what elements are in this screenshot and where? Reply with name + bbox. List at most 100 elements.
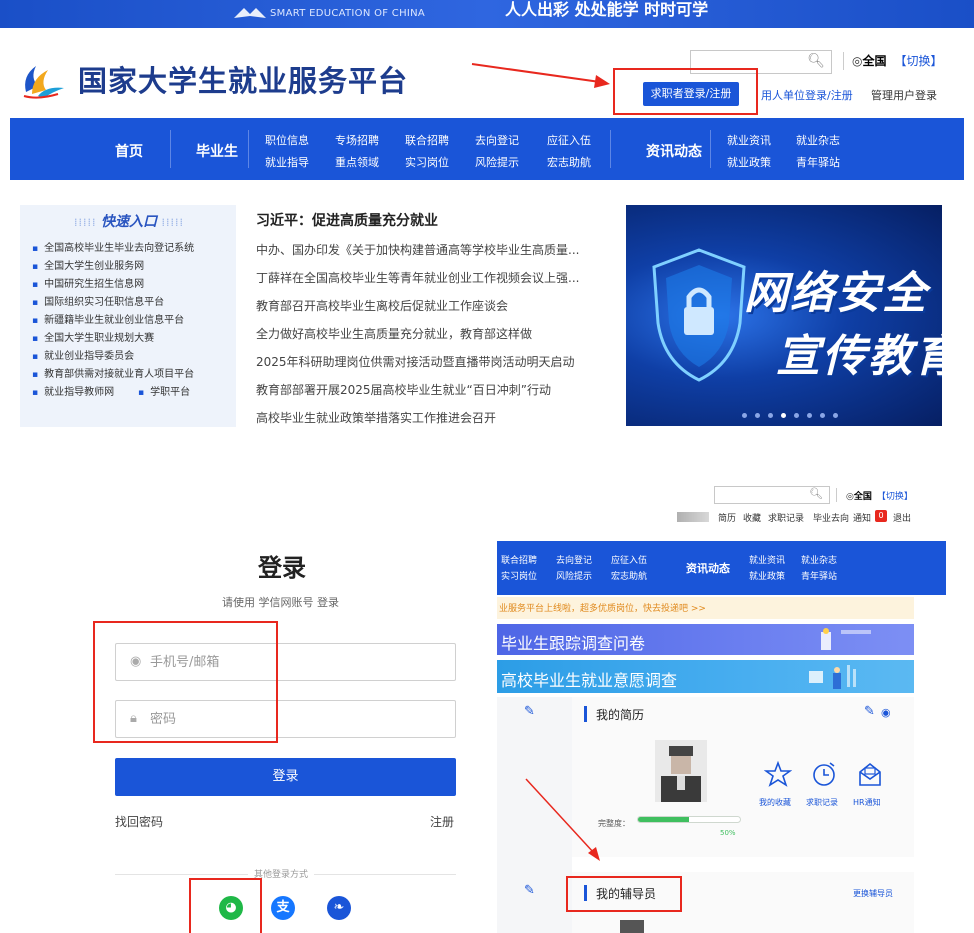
my-favorites-link[interactable]: 我的收藏 bbox=[759, 797, 791, 808]
login-title: 登录 bbox=[258, 554, 306, 582]
chsi-icon[interactable]: ❧ bbox=[327, 896, 351, 920]
quick-entry-link[interactable]: 教育部供需对接就业育人项目平台 bbox=[32, 365, 194, 380]
preview-eye-icon[interactable]: ◉ bbox=[881, 706, 891, 719]
top-banner: SMART EDUCATION OF CHINA 人人出彩 处处能学 时时可学 bbox=[0, 0, 974, 28]
nav-enlistment[interactable]: 应征入伍 bbox=[547, 132, 591, 148]
quick-entry-link[interactable]: 就业创业指导委员会 bbox=[32, 347, 134, 362]
carousel-dots[interactable] bbox=[738, 403, 842, 422]
quick-entry-link[interactable]: 新疆籍毕业生就业创业信息平台 bbox=[32, 311, 184, 326]
nav-hongzhi[interactable]: 宏志助航 bbox=[611, 569, 647, 582]
nav-graduates[interactable]: 毕业生 bbox=[196, 141, 238, 161]
top-link-favorites[interactable]: 收藏 bbox=[743, 511, 761, 524]
news-item[interactable]: 教育部部署开展2025届高校毕业生就业“百日冲刺”行动 bbox=[256, 381, 601, 398]
location-selector[interactable]: ◎全国 【切换】 bbox=[846, 489, 913, 502]
nav-employment-policy[interactable]: 就业政策 bbox=[727, 154, 771, 170]
nav-joint-recruit[interactable]: 联合招聘 bbox=[501, 553, 537, 566]
star-icon[interactable] bbox=[764, 760, 792, 788]
employer-login-link[interactable]: 用人单位登录/注册 bbox=[761, 87, 853, 103]
news-item[interactable]: 教育部召开高校毕业生离校后促就业工作座谈会 bbox=[256, 297, 601, 314]
nav-destination-register[interactable]: 去向登记 bbox=[475, 132, 519, 148]
top-link-destination[interactable]: 毕业去向 bbox=[813, 511, 849, 524]
notice-text[interactable]: 业服务平台上线啦，超多优质岗位，快去投递吧 >> bbox=[499, 601, 706, 614]
alipay-icon[interactable]: 支 bbox=[271, 896, 295, 920]
edit-icon[interactable]: ✎ bbox=[524, 883, 535, 898]
nav-news[interactable]: 资讯动态 bbox=[686, 560, 730, 576]
banner-title-line1: 网络安全 bbox=[744, 268, 928, 319]
change-tutor-link[interactable]: 更换辅导员 bbox=[853, 888, 893, 899]
nav-career-guide[interactable]: 就业指导 bbox=[265, 154, 309, 170]
register-link[interactable]: 注册 bbox=[430, 813, 454, 830]
site-logo-icon[interactable] bbox=[18, 58, 68, 100]
login-submit-button[interactable]: 登录 bbox=[115, 758, 456, 796]
job-records-link[interactable]: 求职记录 bbox=[806, 797, 838, 808]
nav-youth-station[interactable]: 青年驿站 bbox=[796, 154, 840, 170]
nav-joint-recruit[interactable]: 联合招聘 bbox=[405, 132, 449, 148]
nav-magazine[interactable]: 就业杂志 bbox=[796, 132, 840, 148]
location-switch-link[interactable]: 【切换】 bbox=[877, 492, 913, 502]
location-label: 全国 bbox=[853, 492, 872, 502]
location-selector[interactable]: ◎全国 【切换】 bbox=[852, 52, 943, 69]
news-item[interactable]: 2025年科研助理岗位供需对接活动暨直播带岗活动明天启动 bbox=[256, 353, 601, 370]
news-item[interactable]: 丁薛祥在全国高校毕业生等青年就业创业工作视频会议上强... bbox=[256, 269, 601, 286]
nav-employment-policy[interactable]: 就业政策 bbox=[749, 569, 785, 582]
username-blurred[interactable] bbox=[677, 512, 709, 522]
tutor-avatar[interactable] bbox=[620, 920, 644, 933]
quick-entry-link[interactable]: 就业指导教师网 bbox=[32, 383, 114, 398]
user-search-input[interactable]: 🔍︎ bbox=[714, 486, 830, 504]
shield-lock-icon bbox=[652, 248, 746, 382]
edit-resume-icon[interactable]: ✎ bbox=[864, 704, 875, 719]
avatar[interactable] bbox=[655, 740, 707, 802]
quick-entry-link[interactable]: 中国研究生招生信息网 bbox=[32, 275, 144, 290]
quick-entry-link[interactable]: 国际组织实习任职信息平台 bbox=[32, 293, 164, 308]
news-item[interactable]: 中办、国办印发《关于加快构建普通高等学校毕业生高质量... bbox=[256, 241, 601, 258]
survey-illustration-icon bbox=[821, 628, 871, 650]
admin-login-link[interactable]: 管理用户登录 bbox=[871, 87, 937, 103]
nav-magazine[interactable]: 就业杂志 bbox=[801, 553, 837, 566]
news-headline[interactable]: 习近平：促进高质量充分就业 bbox=[256, 210, 438, 230]
edit-icon[interactable]: ✎ bbox=[524, 704, 535, 719]
nav-enlistment[interactable]: 应征入伍 bbox=[611, 553, 647, 566]
nav-employment-news[interactable]: 就业资讯 bbox=[749, 553, 785, 566]
nav-internship[interactable]: 实习岗位 bbox=[405, 154, 449, 170]
nav-risk-alert[interactable]: 风险提示 bbox=[475, 154, 519, 170]
employment-intention-survey-banner[interactable]: 高校毕业生就业意愿调查 bbox=[497, 660, 914, 693]
nav-hongzhi[interactable]: 宏志助航 bbox=[547, 154, 591, 170]
survey-title: 毕业生跟踪调查问卷 bbox=[501, 634, 646, 653]
forgot-password-link[interactable]: 找回密码 bbox=[115, 813, 163, 830]
news-item[interactable]: 高校毕业生就业政策举措落实工作推进会召开 bbox=[256, 409, 601, 426]
search-icon[interactable]: 🔍︎ bbox=[809, 487, 823, 500]
site-title[interactable]: 国家大学生就业服务平台 bbox=[78, 58, 408, 100]
hr-notifications-link[interactable]: HR通知 bbox=[853, 797, 881, 808]
nav-job-info[interactable]: 职位信息 bbox=[265, 132, 309, 148]
news-item[interactable]: 全力做好高校毕业生高质量充分就业，教育部这样做 bbox=[256, 325, 601, 342]
quick-entry-link[interactable]: 全国大学生职业规划大赛 bbox=[32, 329, 154, 344]
nav-key-fields[interactable]: 重点领域 bbox=[335, 154, 379, 170]
history-icon[interactable] bbox=[810, 760, 838, 788]
top-link-resume[interactable]: 简历 bbox=[718, 511, 736, 524]
annotation-highlight-box bbox=[189, 878, 262, 933]
search-icon[interactable]: 🔍︎ bbox=[807, 53, 825, 69]
survey-title: 高校毕业生就业意愿调查 bbox=[501, 671, 678, 690]
divider bbox=[836, 488, 837, 502]
cyber-security-banner[interactable]: 网络安全 宣传教育 bbox=[626, 205, 942, 426]
top-link-job-records[interactable]: 求职记录 bbox=[768, 511, 804, 524]
top-link-notifications[interactable]: 通知 bbox=[853, 511, 871, 524]
mail-notification-icon[interactable] bbox=[856, 760, 884, 788]
quick-entry-link[interactable]: 全国大学生创业服务网 bbox=[32, 257, 144, 272]
nav-news[interactable]: 资讯动态 bbox=[646, 141, 702, 161]
nav-divider bbox=[710, 130, 711, 168]
notice-bar[interactable]: 业服务平台上线啦，超多优质岗位，快去投递吧 >> bbox=[497, 597, 914, 619]
nav-risk-alert[interactable]: 风险提示 bbox=[556, 569, 592, 582]
nav-special-recruit[interactable]: 专场招聘 bbox=[335, 132, 379, 148]
quick-entry-link[interactable]: 学职平台 bbox=[138, 383, 190, 398]
nav-youth-station[interactable]: 青年驿站 bbox=[801, 569, 837, 582]
logout-link[interactable]: 退出 bbox=[893, 511, 911, 524]
nav-destination-register[interactable]: 去向登记 bbox=[556, 553, 592, 566]
nav-employment-news[interactable]: 就业资讯 bbox=[727, 132, 771, 148]
nav-home[interactable]: 首页 bbox=[115, 141, 143, 161]
graduate-tracking-survey-banner[interactable]: 毕业生跟踪调查问卷 bbox=[497, 624, 914, 655]
completeness-progress-bar bbox=[637, 816, 741, 823]
nav-internship[interactable]: 实习岗位 bbox=[501, 569, 537, 582]
location-switch-link[interactable]: 【切换】 bbox=[895, 54, 943, 68]
quick-entry-link[interactable]: 全国高校毕业生毕业去向登记系统 bbox=[32, 239, 194, 254]
